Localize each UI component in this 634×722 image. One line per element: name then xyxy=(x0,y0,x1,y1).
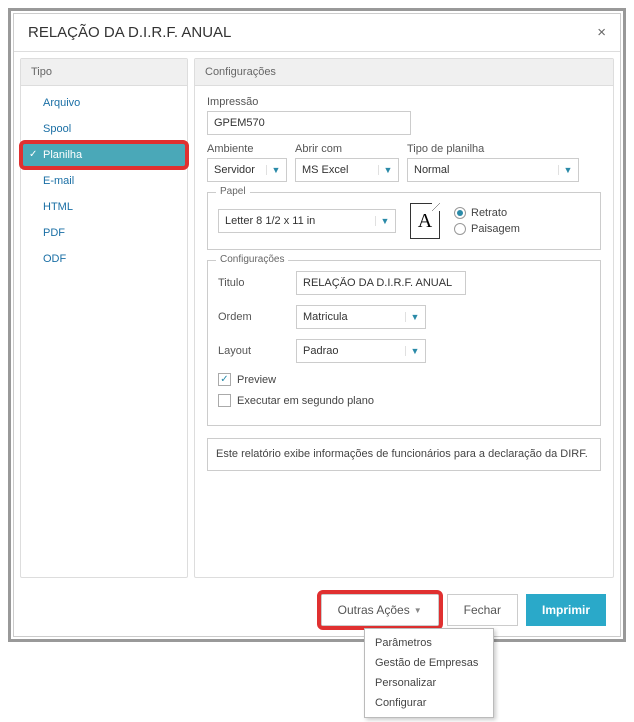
tipo-item-pdf[interactable]: PDF xyxy=(21,220,187,246)
tipo-item-planilha[interactable]: Planilha xyxy=(21,142,187,168)
tipoplan-label: Tipo de planilha xyxy=(407,143,579,155)
radio-dot-icon xyxy=(454,207,466,219)
checkbox-icon xyxy=(218,394,231,407)
ordem-value: Matricula xyxy=(303,311,405,323)
tipo-panel: Tipo Arquivo Spool Planilha E-mail HTML … xyxy=(20,58,188,578)
fechar-button[interactable]: Fechar xyxy=(447,594,518,626)
radio-retrato[interactable]: Retrato xyxy=(454,207,520,219)
ambiente-select[interactable]: Servidor ▼ xyxy=(207,158,287,182)
tipoplan-select[interactable]: Normal ▼ xyxy=(407,158,579,182)
ordem-label: Ordem xyxy=(218,311,296,323)
menu-configurar[interactable]: Configurar xyxy=(365,693,493,713)
chevron-down-icon: ▼ xyxy=(558,165,574,175)
layout-select[interactable]: Padrao ▼ xyxy=(296,339,426,363)
chevron-down-icon: ▼ xyxy=(375,216,391,226)
radio-paisagem[interactable]: Paisagem xyxy=(454,223,520,235)
titulo-input[interactable] xyxy=(296,271,466,295)
menu-personalizar[interactable]: Personalizar xyxy=(365,673,493,693)
layout-value: Padrao xyxy=(303,345,405,357)
dialog-title: RELAÇÃO DA D.I.R.F. ANUAL xyxy=(28,24,231,41)
chevron-down-icon: ▼ xyxy=(405,346,421,356)
ambiente-value: Servidor xyxy=(214,164,266,176)
inner-config-legend: Configurações xyxy=(216,254,288,265)
layout-label: Layout xyxy=(218,345,296,357)
outras-acoes-button[interactable]: Outras Ações ▼ xyxy=(321,594,439,626)
preview-checkbox[interactable]: ✓ Preview xyxy=(218,373,590,386)
tipo-header: Tipo xyxy=(21,59,187,86)
impressao-label: Impressão xyxy=(207,96,601,108)
page-orientation-icon: A xyxy=(410,203,440,239)
menu-parametros[interactable]: Parâmetros xyxy=(365,633,493,653)
ordem-select[interactable]: Matricula ▼ xyxy=(296,305,426,329)
config-header: Configurações xyxy=(195,59,613,86)
papel-size-select[interactable]: Letter 8 1/2 x 11 in ▼ xyxy=(218,209,396,233)
close-icon[interactable]: × xyxy=(597,24,606,41)
description-box: Este relatório exibe informações de func… xyxy=(207,438,601,471)
tipo-item-arquivo[interactable]: Arquivo xyxy=(21,90,187,116)
radio-dot-icon xyxy=(454,223,466,235)
tipoplan-value: Normal xyxy=(414,164,558,176)
paisagem-label: Paisagem xyxy=(471,223,520,235)
imprimir-button[interactable]: Imprimir xyxy=(526,594,606,626)
bg-label: Executar em segundo plano xyxy=(237,395,374,407)
abrircom-label: Abrir com xyxy=(295,143,399,155)
abrircom-value: MS Excel xyxy=(302,164,378,176)
outras-label: Outras Ações xyxy=(338,603,410,617)
abrircom-select[interactable]: MS Excel ▼ xyxy=(295,158,399,182)
papel-size-value: Letter 8 1/2 x 11 in xyxy=(225,215,375,227)
tipo-item-email[interactable]: E-mail xyxy=(21,168,187,194)
preview-label: Preview xyxy=(237,374,276,386)
chevron-down-icon: ▼ xyxy=(378,165,394,175)
tipo-item-odf[interactable]: ODF xyxy=(21,246,187,272)
checkbox-checked-icon: ✓ xyxy=(218,373,231,386)
titulo-label: Titulo xyxy=(218,277,296,289)
config-panel: Configurações Impressão Ambiente Servido… xyxy=(194,58,614,578)
chevron-down-icon: ▼ xyxy=(414,606,422,615)
outras-acoes-menu: Parâmetros Gestão de Empresas Personaliz… xyxy=(364,628,494,718)
ambiente-label: Ambiente xyxy=(207,143,287,155)
background-checkbox[interactable]: Executar em segundo plano xyxy=(218,394,590,407)
papel-legend: Papel xyxy=(216,186,250,197)
impressao-input[interactable] xyxy=(207,111,411,135)
chevron-down-icon: ▼ xyxy=(405,312,421,322)
retrato-label: Retrato xyxy=(471,207,507,219)
tipo-item-html[interactable]: HTML xyxy=(21,194,187,220)
chevron-down-icon: ▼ xyxy=(266,165,282,175)
tipo-item-spool[interactable]: Spool xyxy=(21,116,187,142)
menu-gestao-empresas[interactable]: Gestão de Empresas xyxy=(365,653,493,673)
